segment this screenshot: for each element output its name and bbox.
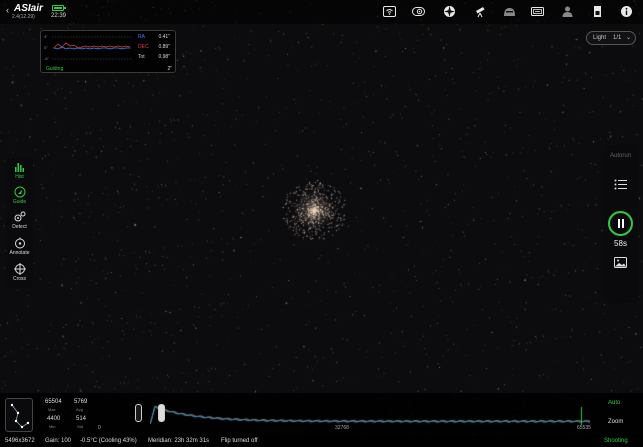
tool-detect-label: Detect	[12, 224, 27, 230]
hist-tick-mid: 32768	[335, 425, 349, 431]
hist-tick-start: 0	[98, 425, 101, 431]
guide-graph	[52, 36, 132, 60]
tool-panel: Hist Guide Detect Annotate Cross	[6, 158, 33, 288]
status-shooting: Shooting	[604, 438, 628, 444]
constellation-icon	[10, 403, 30, 429]
dec-value: 0.89"	[158, 44, 170, 50]
autorun-label[interactable]: Autorun	[604, 153, 637, 159]
status-resolution: 5496x3672	[5, 438, 35, 444]
stat-avg-value: 5769	[74, 399, 88, 405]
guide-axis-bottom: -4"	[44, 56, 49, 61]
camera-icon[interactable]	[412, 5, 425, 18]
aperture-icon[interactable]	[443, 5, 456, 18]
chevron-down-icon: ⌄	[625, 35, 631, 41]
pause-button[interactable]	[608, 211, 633, 236]
top-bar: ‹ ASIair 2.4(12.29) 22:39	[0, 0, 643, 24]
status-temperature: -0.5°C (Cooling 43%)	[80, 438, 137, 444]
tot-value: 0.98"	[158, 54, 170, 60]
app-version: 2.4(12.29)	[12, 14, 35, 20]
back-icon[interactable]: ‹	[6, 5, 9, 15]
stat-std-label: Std	[77, 424, 84, 429]
frame-count: 1/1	[613, 35, 622, 41]
tool-cross[interactable]: Cross	[6, 263, 33, 285]
zoom-button[interactable]: Zoom	[608, 419, 623, 425]
image-preview-icon[interactable]	[614, 257, 627, 268]
annotate-icon	[14, 237, 25, 249]
tool-guide[interactable]: Guide	[6, 186, 33, 208]
crosshair-icon	[13, 263, 26, 275]
filter-wheel-icon[interactable]	[531, 5, 544, 18]
auto-stretch-button[interactable]: Auto	[608, 400, 620, 406]
white-point-handle[interactable]	[158, 404, 165, 422]
status-gain: Gain: 100	[45, 438, 72, 444]
guide-icon	[14, 186, 25, 198]
detect-icon	[14, 211, 25, 222]
focuser-icon[interactable]	[561, 5, 574, 18]
dec-line	[53, 42, 131, 49]
exposure-remaining: 58s	[614, 239, 627, 248]
dec-label: DEC	[138, 44, 149, 50]
guide-state: Guiding	[46, 66, 64, 72]
tool-hist-label: Hist	[15, 174, 24, 180]
stat-std-value: 514	[76, 416, 87, 422]
guide-axis-mid: 0"	[44, 45, 48, 50]
list-icon[interactable]	[614, 178, 627, 191]
histogram-stats: 65504 Max 5769 Avg 4400 Min 514 Std	[40, 397, 100, 431]
histogram-icon	[14, 163, 24, 172]
battery-icon	[52, 5, 66, 11]
frame-type-selector[interactable]: Light 1/1 ⌄	[586, 31, 636, 45]
black-point-handle[interactable]	[135, 404, 142, 422]
stat-max-label: Max	[48, 407, 56, 412]
frame-type-label: Light	[593, 35, 607, 41]
star-map-thumbnail[interactable]	[5, 398, 33, 432]
tool-cross-label: Cross	[12, 276, 27, 282]
stat-avg-label: Avg	[76, 407, 83, 412]
stat-max-value: 65504	[45, 399, 62, 405]
ra-value: 0.41"	[158, 34, 170, 40]
tool-detect[interactable]: Detect	[6, 211, 33, 233]
stat-min-label: Min	[49, 424, 56, 429]
info-icon[interactable]	[620, 5, 633, 18]
guide-exposure: 2"	[167, 66, 172, 72]
storage-icon[interactable]	[591, 5, 604, 18]
clock-time: 22:39	[51, 13, 67, 19]
status-meridian: Meridian: 23h 32m 31s	[148, 438, 210, 444]
tot-label: Tot	[138, 54, 145, 60]
ra-label: RA	[138, 34, 145, 40]
guide-axis-top: 4"	[44, 34, 48, 39]
tool-guide-label: Guide	[12, 199, 27, 205]
guide-scope-icon[interactable]	[503, 5, 516, 18]
status-flip: Flip turned off	[221, 438, 258, 444]
status-bar: 5496x3672 Gain: 100 -0.5°C (Cooling 43%)…	[0, 437, 643, 447]
app-logo: ASIair	[14, 3, 43, 14]
stat-min-value: 4400	[47, 416, 61, 422]
capture-panel: Autorun 58s	[604, 145, 637, 303]
telescope-mount-icon[interactable]	[474, 5, 487, 18]
tool-hist[interactable]: Hist	[6, 161, 33, 183]
tool-annotate-label: Annotate	[9, 250, 30, 256]
histogram-plot	[150, 399, 590, 425]
guide-graph-panel[interactable]: 4" 0" -4" RA 0.41" DEC 0.89" Tot 0.98" G…	[40, 30, 176, 73]
wifi-icon[interactable]	[383, 5, 396, 18]
tool-annotate[interactable]: Annotate	[6, 237, 33, 259]
hist-tick-end: 65535	[577, 425, 591, 431]
